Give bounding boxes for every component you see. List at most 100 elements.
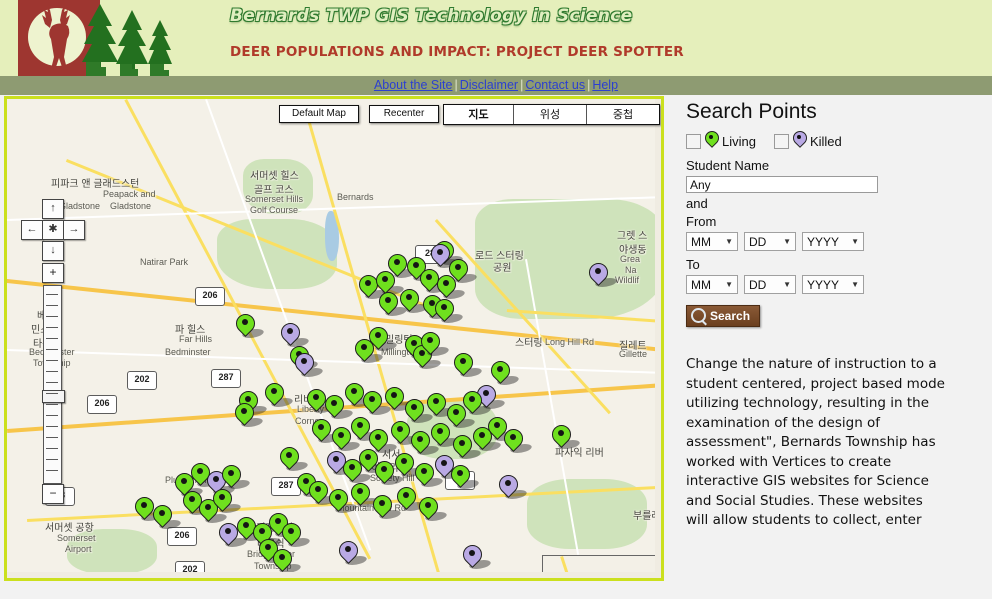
map-pin-living[interactable] [347, 413, 382, 444]
nav-link-disclaimer[interactable]: Disclaimer [460, 78, 518, 92]
map-label: 서머셋 힐스 [250, 171, 299, 182]
map-pin-living[interactable] [375, 288, 410, 319]
search-button[interactable]: Search [686, 305, 761, 327]
student-name-input[interactable] [686, 176, 878, 193]
map-pin-killed[interactable] [427, 240, 462, 271]
map-type-satellite[interactable]: 위성 [514, 105, 587, 124]
map-pin-living[interactable] [443, 400, 478, 431]
map-pin-living[interactable] [359, 387, 394, 418]
map-pin-living[interactable] [365, 323, 400, 354]
map-pin-living[interactable] [308, 415, 343, 446]
map-pin-living[interactable] [187, 459, 222, 490]
map-pin-living[interactable] [427, 419, 462, 450]
map-pin-living[interactable] [303, 385, 338, 416]
map-type-map[interactable]: 지도 [444, 105, 514, 124]
map-label: Wildlif [615, 275, 639, 285]
map-pin-living[interactable] [355, 271, 390, 302]
nav-link-help[interactable]: Help [592, 78, 618, 92]
map-pin-living[interactable] [391, 449, 426, 480]
map-label: 부를레 [633, 511, 655, 522]
map-pin-living[interactable] [381, 383, 416, 414]
to-day-select[interactable]: DD ▼ [744, 275, 796, 294]
map-pin-living[interactable] [305, 477, 340, 508]
map-pin-living[interactable] [321, 391, 356, 422]
pan-zoom-control[interactable]: ↑ ← ✱ → ↓ + − [21, 199, 85, 504]
from-month-select[interactable]: MM ▼ [686, 232, 738, 251]
nav-link-about[interactable]: About the Site [374, 78, 453, 92]
map-pin-living[interactable] [209, 485, 244, 516]
map-pin-living[interactable] [396, 285, 431, 316]
to-label: To [686, 257, 700, 272]
pan-up-button[interactable]: ↑ [42, 199, 64, 219]
map-type-switcher[interactable]: 지도 위성 중첩 [443, 104, 660, 125]
pan-down-button[interactable]: ↓ [42, 241, 64, 261]
map-pin-living[interactable] [341, 379, 376, 410]
zoom-slider-track[interactable] [42, 285, 65, 484]
map-label: Somerset [57, 533, 96, 543]
map-pin-living[interactable] [431, 295, 466, 326]
map-pin-living[interactable] [449, 431, 484, 462]
map-pin-living[interactable] [500, 425, 535, 456]
killed-checkbox[interactable] [773, 133, 789, 149]
living-checkbox[interactable] [686, 133, 701, 149]
pan-left-button[interactable]: ← [21, 220, 43, 240]
map-pin-living[interactable] [416, 265, 451, 296]
chevron-down-icon: ▼ [783, 237, 791, 246]
to-month-select[interactable]: MM ▼ [686, 275, 738, 294]
map-pin-killed[interactable] [215, 519, 250, 550]
map-pin-living[interactable] [417, 328, 452, 359]
search-sidebar: Search Points Living Killed Student Name… [686, 100, 986, 595]
map-pin-living[interactable] [415, 493, 450, 524]
map-pin-living[interactable] [469, 423, 504, 454]
map-pin-killed[interactable] [495, 471, 530, 502]
map-pin-living[interactable] [371, 457, 406, 488]
map-pin-living[interactable] [450, 349, 485, 380]
map-pin-living[interactable] [231, 399, 266, 430]
map-pin-living[interactable] [325, 485, 360, 516]
from-year-select[interactable]: YYYY ▼ [802, 232, 864, 251]
nav-link-contact[interactable]: Contact us [525, 78, 585, 92]
map-pin-killed[interactable] [585, 259, 620, 290]
map-pin-killed[interactable] [459, 541, 494, 572]
map-pin-living[interactable] [548, 421, 583, 452]
map-pin-killed[interactable] [291, 349, 326, 380]
map-pin-living[interactable] [369, 491, 404, 522]
map-pin-living[interactable] [393, 483, 428, 514]
map-pin-living[interactable] [407, 427, 442, 458]
map-pin-living[interactable] [387, 417, 422, 448]
map-pin-killed[interactable] [335, 537, 370, 568]
map-pin-living[interactable] [487, 357, 522, 388]
map-pin-living[interactable] [149, 501, 184, 532]
to-year-select[interactable]: YYYY ▼ [802, 275, 864, 294]
google-map-canvas[interactable]: 피파크 앤 글래드스턴 Peapack and Gladstone Gladstone… [7, 99, 655, 572]
map-pin-killed[interactable] [323, 447, 358, 478]
map-type-hybrid[interactable]: 중첩 [587, 105, 659, 124]
zoom-out-button[interactable]: − [42, 484, 64, 504]
from-day-select[interactable]: DD ▼ [744, 232, 796, 251]
map-pin-living[interactable] [276, 443, 311, 474]
overview-inset-map[interactable]: 287 브리지워터 타운쉭 Bridgewater Township ↘ [542, 555, 655, 572]
map-pin-living[interactable] [269, 545, 304, 572]
map-pin-living[interactable] [355, 445, 390, 476]
from-date-row: MM ▼ DD ▼ YYYY ▼ [686, 232, 986, 251]
recenter-button[interactable]: Recenter [369, 105, 439, 123]
map-pin-living[interactable] [447, 461, 482, 492]
map-pin-living[interactable] [278, 519, 313, 550]
map-pin-living[interactable] [232, 310, 267, 341]
zoom-tick [46, 305, 58, 306]
pan-right-button[interactable]: → [63, 220, 85, 240]
map-pin-killed[interactable] [431, 451, 466, 482]
map-pin-living[interactable] [131, 493, 166, 524]
pan-center-button[interactable]: ✱ [42, 220, 64, 240]
map-container[interactable]: 피파크 앤 글래드스턴 Peapack and Gladstone Gladstone… [4, 96, 664, 581]
description-text: Change the nature of instruction to a st… [686, 356, 945, 532]
default-map-button[interactable]: Default Map [279, 105, 359, 123]
map-pin-living[interactable] [411, 459, 446, 490]
map-pin-living[interactable] [233, 513, 268, 544]
map-pin-living[interactable] [179, 487, 214, 518]
map-pin-living[interactable] [347, 479, 382, 510]
map-pin-living[interactable] [261, 379, 296, 410]
zoom-slider-thumb[interactable] [42, 390, 65, 403]
map-pin-living[interactable] [423, 389, 458, 420]
zoom-in-button[interactable]: + [42, 263, 64, 283]
